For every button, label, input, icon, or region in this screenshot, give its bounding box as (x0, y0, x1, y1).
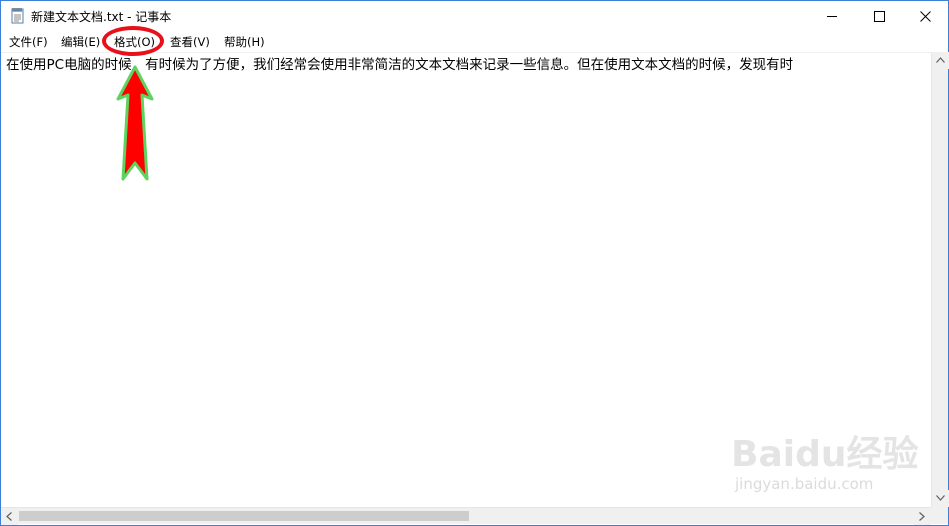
vertical-scroll-track[interactable] (935, 69, 945, 490)
size-grip[interactable] (931, 507, 948, 524)
scroll-up-button[interactable] (932, 52, 949, 69)
menu-file[interactable]: 文件(F) (9, 34, 48, 50)
horizontal-scroll-thumb[interactable] (19, 511, 469, 521)
maximize-icon (874, 11, 885, 22)
maximize-button[interactable] (856, 1, 902, 31)
close-icon (920, 11, 931, 22)
notepad-icon[interactable] (10, 7, 26, 24)
scroll-down-button[interactable] (932, 490, 949, 507)
menu-edit[interactable]: 编辑(E) (61, 34, 100, 50)
menu-help[interactable]: 帮助(H) (224, 34, 265, 50)
notepad-window: 新建文本文档.txt - 记事本 文件(F) 编辑(E) 格式(O) 查看(V)… (0, 0, 949, 526)
window-title: 新建文本文档.txt - 记事本 (31, 10, 172, 24)
chevron-down-icon (936, 495, 945, 501)
scroll-right-button[interactable] (914, 508, 931, 525)
vertical-scrollbar[interactable] (931, 52, 949, 507)
minimize-icon (827, 16, 837, 17)
chevron-up-icon (936, 57, 945, 63)
menu-view[interactable]: 查看(V) (170, 34, 210, 50)
watermark-url: jingyan.baidu.com (735, 475, 874, 493)
up-arrow-icon (116, 65, 154, 181)
minimize-button[interactable] (809, 1, 855, 31)
watermark-brand: Baidu经验 (731, 434, 919, 475)
horizontal-scrollbar[interactable] (1, 507, 931, 525)
scroll-left-button[interactable] (1, 508, 18, 525)
baidu-watermark: Baidu经验 jingyan.baidu.com (723, 425, 918, 497)
highlight-ellipse (102, 26, 164, 56)
chevron-right-icon (919, 512, 925, 521)
close-button[interactable] (902, 1, 948, 31)
chevron-left-icon (6, 512, 12, 521)
